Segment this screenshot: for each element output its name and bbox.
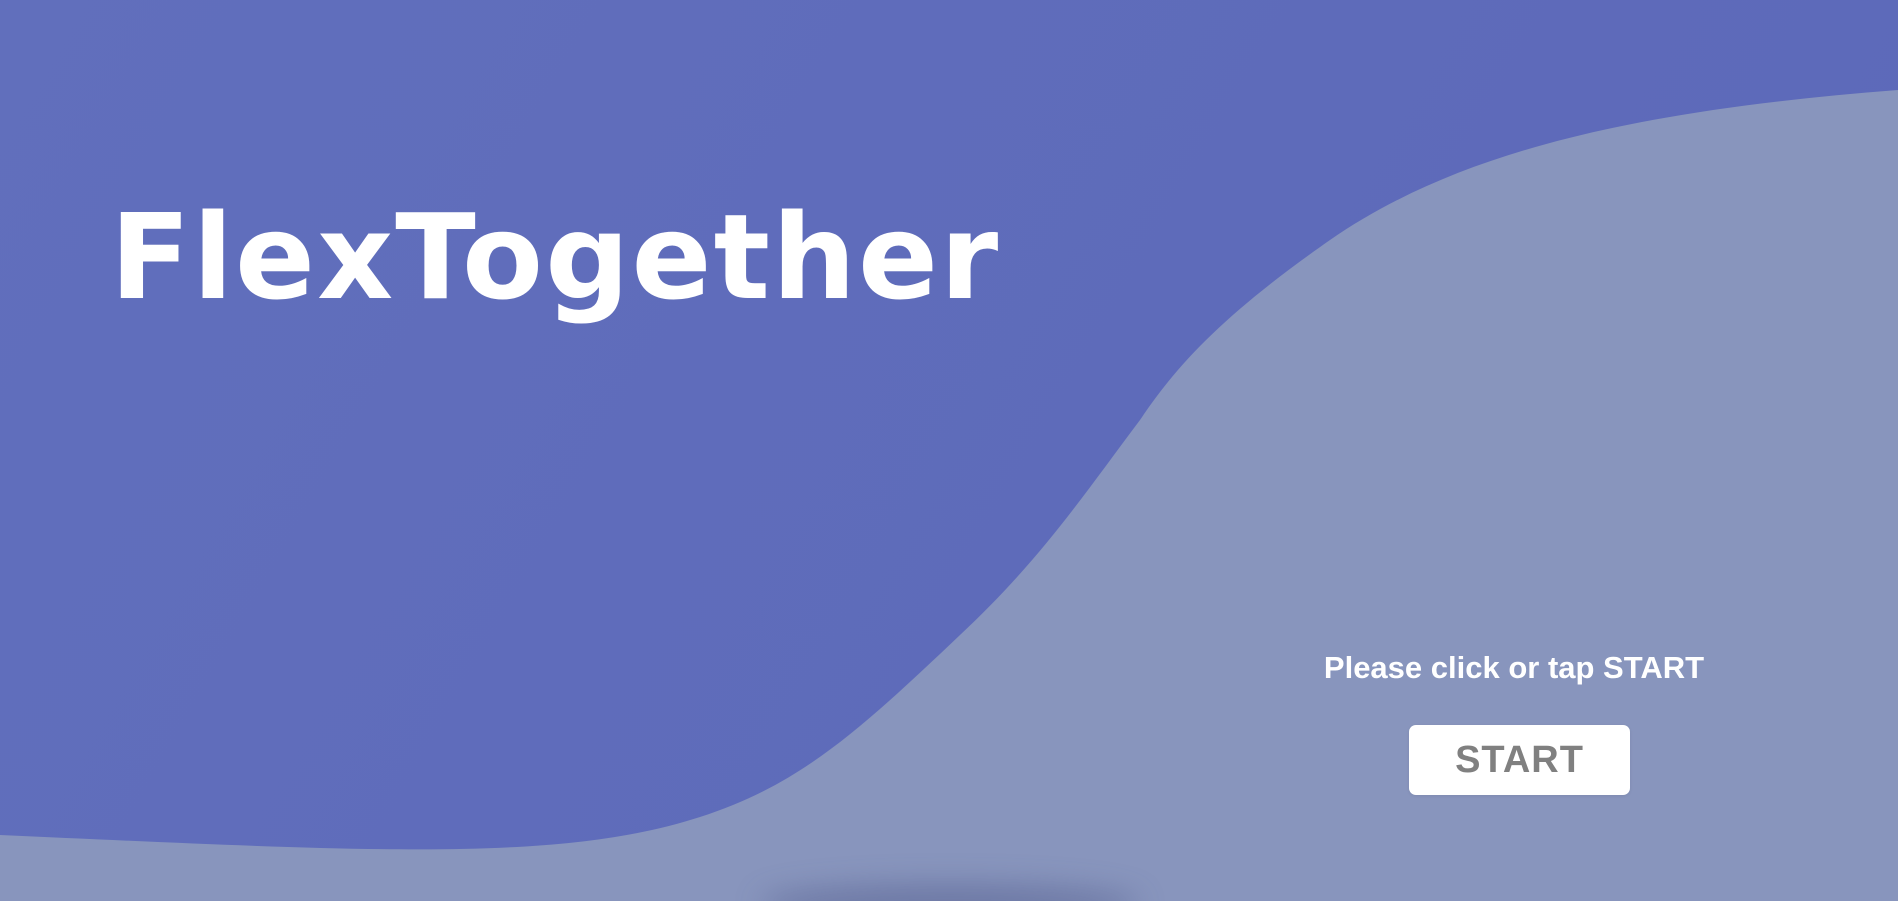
start-button[interactable]: START bbox=[1409, 725, 1630, 795]
start-prompt: Please click or tap START bbox=[1323, 650, 1705, 685]
app-title: FlexTogether bbox=[110, 188, 1001, 326]
